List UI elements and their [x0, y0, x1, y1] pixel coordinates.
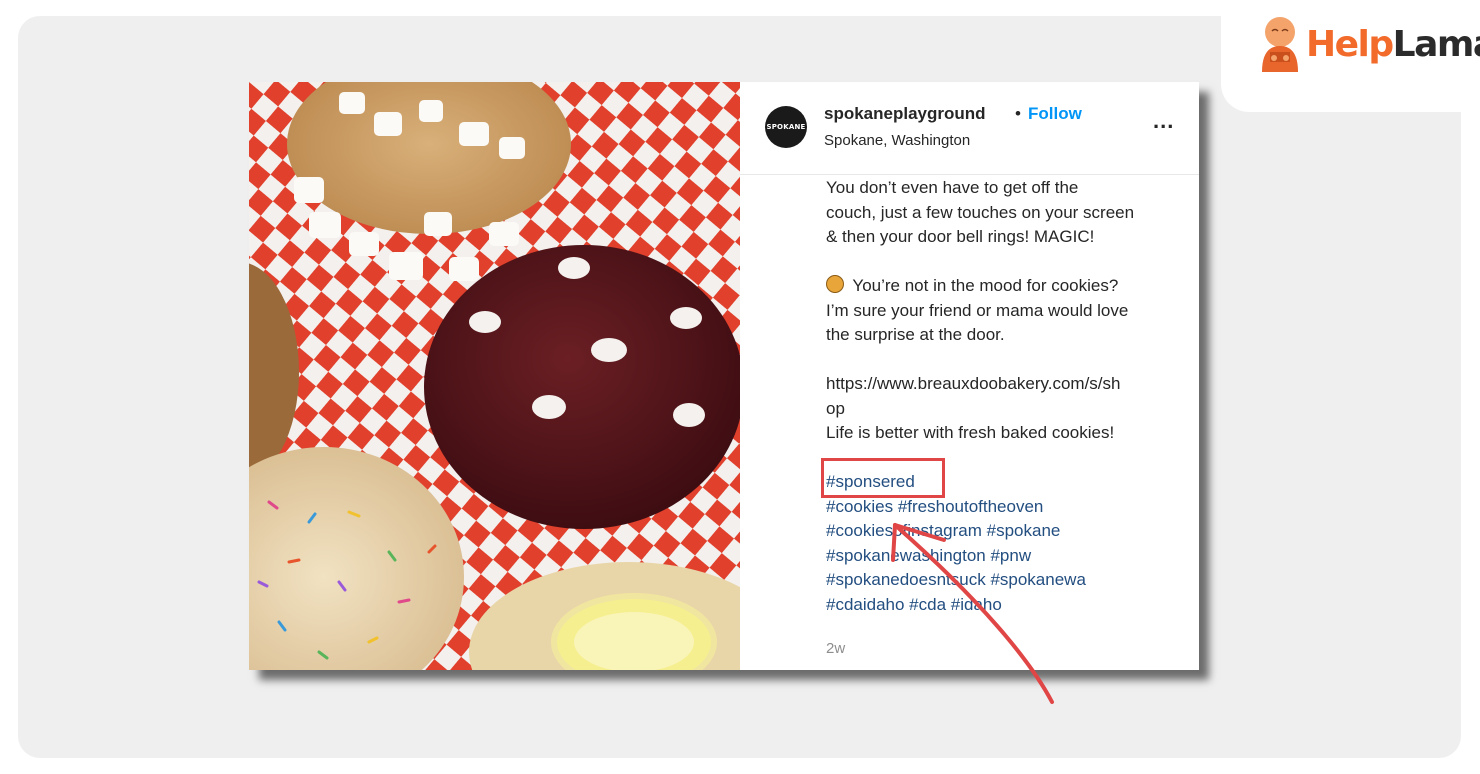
- post-header: SPOKANE spokaneplayground • Follow Spoka…: [740, 82, 1199, 175]
- caption-line: couch, just a few touches on your screen: [826, 202, 1135, 222]
- hashtag-line[interactable]: #cookiesofinstagram #spokane: [826, 519, 1196, 544]
- account-username[interactable]: spokaneplayground: [824, 104, 986, 124]
- logo-lama-text: Lama: [1392, 23, 1480, 65]
- post-location[interactable]: Spokane, Washington: [824, 132, 970, 149]
- account-avatar[interactable]: SPOKANE: [765, 106, 807, 148]
- hashtag-line[interactable]: #spokanewashington #pnw: [826, 544, 1196, 569]
- monk-mascot-icon: [1256, 14, 1304, 74]
- post-side-panel: SPOKANE spokaneplayground • Follow Spoka…: [740, 82, 1199, 670]
- helplama-logo: HelpLama: [1256, 12, 1480, 76]
- caption-link: op: [826, 398, 845, 418]
- hashtag-line[interactable]: #cookies #freshoutoftheoven: [826, 495, 1196, 520]
- caption-tagline: Life is better with fresh baked cookies!: [826, 423, 1115, 442]
- post-photo[interactable]: [249, 82, 740, 670]
- caption-line-text: You’re not in the mood for cookies?: [852, 276, 1119, 295]
- post-caption: You don’t even have to get off the couch…: [826, 176, 1196, 617]
- follow-button[interactable]: Follow: [1028, 104, 1082, 124]
- post-timestamp[interactable]: 2w: [826, 640, 845, 657]
- logo-help-text: Help: [1306, 23, 1394, 65]
- avatar-text: SPOKANE: [766, 123, 806, 131]
- caption-line: You don’t even have to get off the: [826, 178, 1079, 197]
- cookie-emoji-icon: [826, 275, 844, 293]
- more-options-icon[interactable]: ...: [1153, 108, 1174, 134]
- logo-wordmark: HelpLama: [1306, 24, 1480, 65]
- header-separator: •: [1015, 104, 1021, 123]
- caption-line: You’re not in the mood for cookies?: [826, 274, 1196, 299]
- hashtag-line[interactable]: #spokanedoesntsuck #spokanewa: [826, 568, 1196, 593]
- caption-line: & then your door bell rings! MAGIC!: [826, 227, 1095, 246]
- annotation-highlight-box: [821, 458, 945, 498]
- caption-line: I’m sure your friend or mama would love: [826, 300, 1129, 320]
- caption-line: the surprise at the door.: [826, 325, 1005, 344]
- hashtag-line[interactable]: #cdaidaho #cda #idaho: [826, 593, 1196, 618]
- instagram-post: SPOKANE spokaneplayground • Follow Spoka…: [249, 82, 1199, 670]
- caption-link: https://www.breauxdoobakery.com/s/sh: [826, 374, 1121, 393]
